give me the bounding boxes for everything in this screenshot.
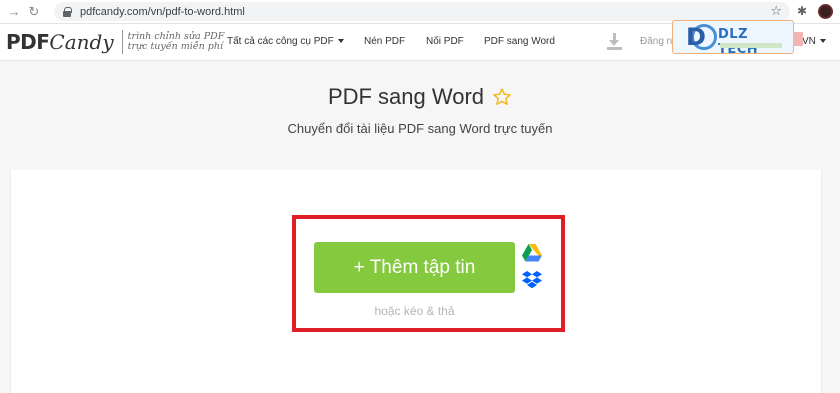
nav-all-tools-label: Tất cả các công cụ PDF bbox=[227, 36, 334, 47]
logo-pdf-text: PDF bbox=[6, 30, 50, 54]
url-text: pdfcandy.com/vn/pdf-to-word.html bbox=[80, 5, 245, 18]
forward-arrow-icon[interactable]: → bbox=[4, 2, 24, 22]
watermark-letter: D bbox=[686, 23, 706, 51]
drag-drop-hint: hoặc kéo & thả bbox=[374, 304, 455, 318]
login-link[interactable]: Đăng n bbox=[640, 36, 672, 47]
logo-candy-text: Candy bbox=[49, 30, 114, 54]
lock-icon bbox=[62, 6, 72, 17]
pdfcandy-logo[interactable]: PDF Candy trình chỉnh sửa PDF trực tuyến… bbox=[6, 30, 224, 54]
flag-icon bbox=[793, 32, 803, 46]
chevron-down-icon bbox=[337, 39, 344, 44]
language-selector[interactable]: VN bbox=[802, 36, 826, 47]
nav-pdf-to-word[interactable]: PDF sang Word bbox=[484, 36, 555, 47]
page-subtitle: Chuyển đổi tài liệu PDF sang Word trực t… bbox=[287, 121, 553, 136]
google-drive-icon[interactable] bbox=[522, 244, 542, 262]
page-title-text: PDF sang Word bbox=[327, 84, 485, 109]
bookmark-star-icon[interactable]: ☆ bbox=[770, 3, 782, 19]
watermark-text: DLZ TECH bbox=[718, 27, 759, 57]
logo-tagline: trình chỉnh sửa PDF trực tuyến miễn phí bbox=[128, 32, 225, 52]
nav-all-tools[interactable]: Tất cả các công cụ PDF bbox=[227, 36, 344, 47]
nav-merge-pdf[interactable]: Nối PDF bbox=[426, 36, 464, 47]
reload-icon[interactable]: ↻ bbox=[24, 2, 44, 22]
watermark-bar bbox=[720, 43, 782, 48]
favorite-star-icon[interactable] bbox=[492, 87, 512, 107]
nav-compress-pdf[interactable]: Nén PDF bbox=[364, 36, 405, 47]
logo-divider bbox=[121, 30, 123, 54]
profile-avatar[interactable] bbox=[818, 4, 833, 19]
extensions-puzzle-icon[interactable]: ✱ bbox=[797, 4, 807, 18]
chevron-down-icon bbox=[819, 39, 826, 44]
add-file-button[interactable]: + Thêm tập tin bbox=[314, 242, 515, 293]
dropbox-icon[interactable] bbox=[522, 270, 542, 290]
download-app-icon[interactable] bbox=[607, 33, 623, 51]
address-bar[interactable]: pdfcandy.com/vn/pdf-to-word.html ☆ bbox=[54, 2, 790, 21]
language-label: VN bbox=[802, 36, 816, 47]
dlz-tech-watermark: D DLZ TECH bbox=[672, 20, 803, 57]
tagline-line-2: trực tuyến miễn phí bbox=[127, 41, 224, 52]
page-title: PDF sang Word bbox=[0, 84, 840, 110]
